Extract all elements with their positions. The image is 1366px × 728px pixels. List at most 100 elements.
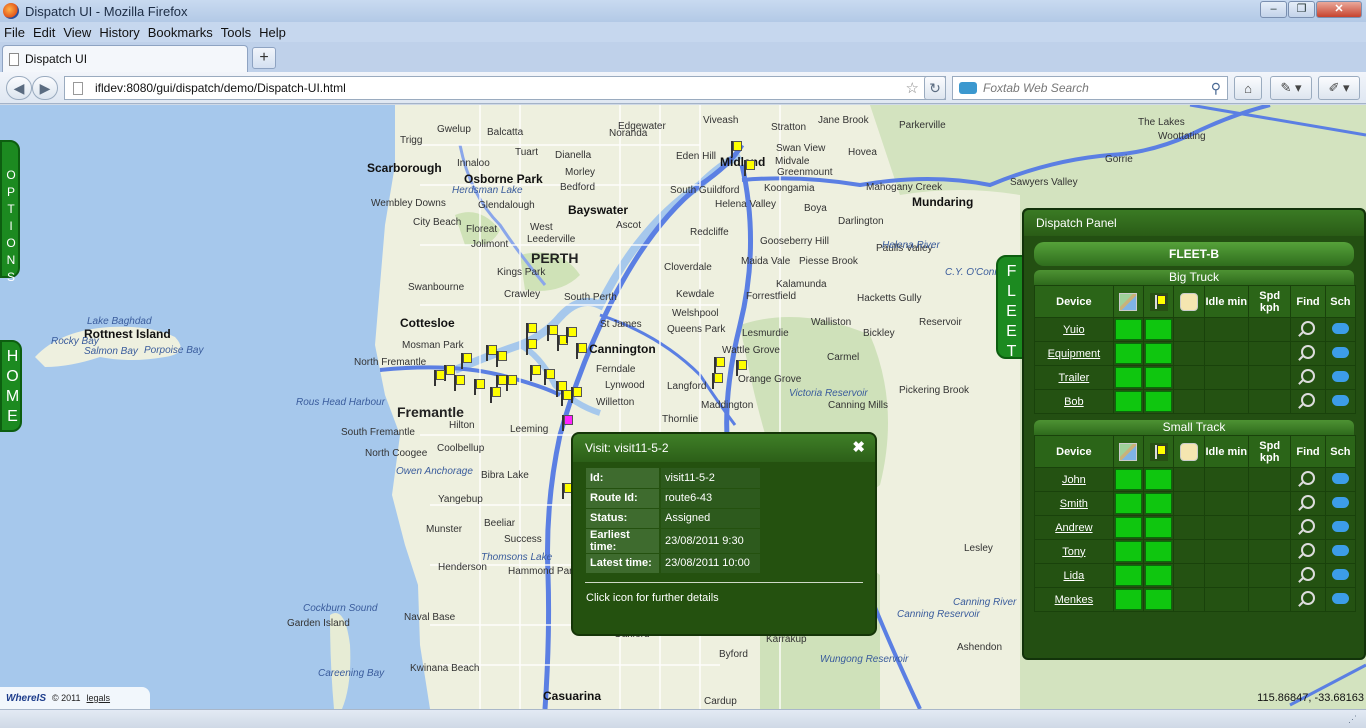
device-link[interactable]: Menkes [1055, 594, 1094, 606]
visit-status-cell[interactable] [1143, 587, 1175, 612]
visit-flag[interactable] [526, 339, 537, 355]
visit-flag[interactable] [714, 357, 725, 373]
visit-flag[interactable] [557, 335, 568, 351]
map-status-cell[interactable] [1112, 467, 1145, 492]
map-status-cell[interactable] [1112, 539, 1145, 564]
visit-flag[interactable] [444, 365, 455, 381]
visit-flag[interactable] [736, 360, 747, 376]
resize-grip-icon[interactable]: ⋰ [1348, 714, 1358, 724]
group-header-small-track[interactable]: Small Track [1034, 420, 1354, 435]
visit-flag[interactable] [712, 373, 723, 389]
chat-icon[interactable] [1331, 322, 1349, 334]
map-status-cell[interactable] [1112, 365, 1145, 390]
back-icon[interactable]: ◀ [6, 76, 32, 100]
forward-icon[interactable]: ▶ [32, 76, 58, 100]
visit-flag[interactable] [744, 160, 755, 176]
reload-icon[interactable]: ↻ [924, 76, 946, 100]
fleet-tab[interactable]: FLEET [996, 255, 1024, 363]
chat-icon[interactable] [1331, 520, 1349, 532]
group-header-big-truck[interactable]: Big Truck [1034, 270, 1354, 285]
menu-view[interactable]: View [59, 25, 95, 40]
visit-flag[interactable] [526, 323, 537, 339]
search-engine-icon[interactable] [959, 82, 977, 94]
visit-flag[interactable] [544, 369, 555, 385]
map-status-cell[interactable] [1112, 563, 1145, 588]
visit-flag[interactable] [731, 141, 742, 157]
fleet-selector[interactable]: FLEET-B [1034, 242, 1354, 266]
chat-icon[interactable] [1331, 472, 1349, 484]
close-window-button[interactable]: ✕ [1316, 1, 1362, 18]
new-tab-button[interactable]: + [252, 47, 276, 69]
options-tab[interactable]: OPTIONS [0, 140, 20, 287]
home-tab[interactable]: HOME [0, 340, 22, 432]
bookmark-star-icon[interactable]: ☆ [906, 79, 919, 97]
device-link[interactable]: Andrew [1055, 522, 1092, 534]
find-icon[interactable] [1301, 543, 1316, 557]
find-icon[interactable] [1301, 471, 1316, 485]
chat-icon[interactable] [1331, 568, 1349, 580]
device-link[interactable]: Tony [1062, 546, 1085, 558]
visit-status-cell[interactable] [1143, 317, 1175, 342]
visit-flag[interactable] [576, 343, 587, 359]
addon-icon[interactable]: ✎ ▾ [1270, 76, 1312, 100]
menu-history[interactable]: History [95, 25, 143, 40]
menu-file[interactable]: File [0, 25, 29, 40]
chat-icon[interactable] [1331, 346, 1349, 358]
device-link[interactable]: Equipment [1048, 348, 1101, 360]
visit-flag[interactable] [547, 325, 558, 341]
visit-flag[interactable] [490, 387, 501, 403]
visit-flag[interactable] [454, 375, 465, 391]
visit-status-cell[interactable] [1143, 365, 1175, 390]
find-icon[interactable] [1301, 567, 1316, 581]
visit-flag[interactable] [434, 370, 445, 386]
legals-link[interactable]: legals [87, 693, 111, 703]
url-bar[interactable]: ifldev:8080/gui/dispatch/demo/Dispatch-U… [64, 76, 946, 100]
chat-icon[interactable] [1331, 496, 1349, 508]
map-status-cell[interactable] [1112, 587, 1145, 612]
visit-flag[interactable] [506, 375, 517, 391]
close-icon[interactable]: ✖ [852, 438, 865, 456]
visit-status-cell[interactable] [1143, 515, 1175, 540]
menu-tools[interactable]: Tools [217, 25, 255, 40]
map-status-cell[interactable] [1112, 317, 1145, 342]
device-link[interactable]: Bob [1064, 396, 1084, 408]
find-icon[interactable] [1301, 321, 1316, 335]
menu-bookmarks[interactable]: Bookmarks [144, 25, 217, 40]
visit-status-cell[interactable] [1143, 341, 1175, 366]
search-icon[interactable]: ⚲ [1211, 80, 1221, 97]
device-link[interactable]: Smith [1060, 498, 1088, 510]
find-icon[interactable] [1301, 369, 1316, 383]
visit-status-cell[interactable] [1143, 539, 1175, 564]
visit-flag[interactable] [530, 365, 541, 381]
device-link[interactable]: Lida [1063, 570, 1084, 582]
maximize-button[interactable]: ❐ [1288, 1, 1315, 18]
visit-flag[interactable] [566, 327, 577, 343]
find-icon[interactable] [1301, 393, 1316, 407]
minimize-button[interactable]: – [1260, 1, 1287, 18]
visit-status-cell[interactable] [1143, 491, 1175, 516]
find-icon[interactable] [1301, 519, 1316, 533]
chat-icon[interactable] [1331, 544, 1349, 556]
find-icon[interactable] [1301, 495, 1316, 509]
selected-visit-flag[interactable] [562, 415, 573, 431]
device-link[interactable]: John [1062, 474, 1086, 486]
find-icon[interactable] [1301, 345, 1316, 359]
device-link[interactable]: Trailer [1058, 372, 1089, 384]
tools-icon[interactable]: ✐ ▾ [1318, 76, 1360, 100]
map-status-cell[interactable] [1112, 515, 1145, 540]
tab-dispatch-ui[interactable]: Dispatch UI [2, 45, 248, 72]
map-view[interactable]: Trigg Gwelup Balcatta Tuart Dianella Mor… [0, 105, 1366, 709]
chat-icon[interactable] [1331, 592, 1349, 604]
visit-status-cell[interactable] [1143, 389, 1175, 414]
visit-status-cell[interactable] [1143, 563, 1175, 588]
visit-flag[interactable] [474, 379, 485, 395]
chat-icon[interactable] [1331, 394, 1349, 406]
map-status-cell[interactable] [1112, 491, 1145, 516]
search-input[interactable]: Foxtab Web Search ⚲ [952, 76, 1228, 100]
chat-icon[interactable] [1331, 370, 1349, 382]
visit-flag[interactable] [561, 390, 572, 406]
visit-status-cell[interactable] [1143, 467, 1175, 492]
map-status-cell[interactable] [1112, 341, 1145, 366]
home-icon[interactable]: ⌂ [1234, 76, 1262, 100]
menu-help[interactable]: Help [255, 25, 290, 40]
